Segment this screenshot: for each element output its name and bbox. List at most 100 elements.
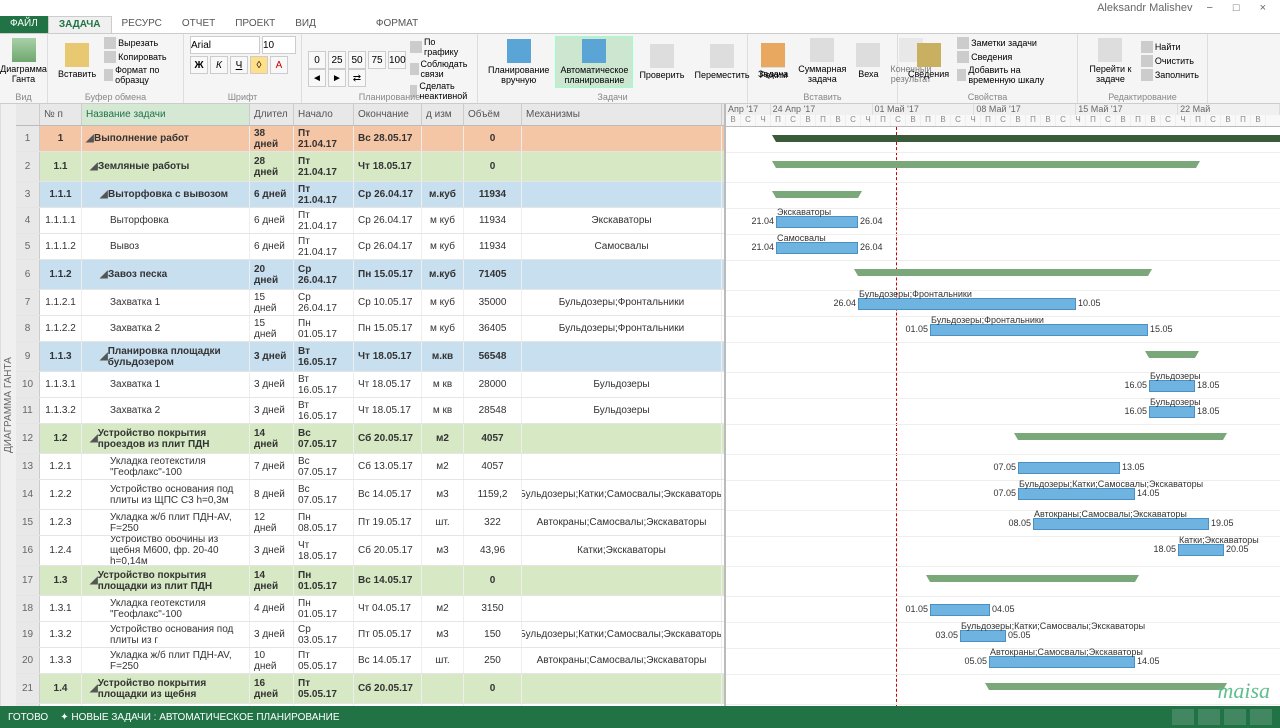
task-bar[interactable]: 07.0513.05 — [1018, 462, 1120, 474]
col-wbs[interactable]: № п — [40, 104, 82, 125]
gantt-chart[interactable]: Апр '1724 Апр '1701 Май '1708 Май '1715 … — [726, 104, 1280, 706]
cell-mechanisms[interactable]: Бульдозеры;Катки;Самосвалы;Экскаваторы — [522, 622, 722, 647]
cell-name[interactable]: Устройство обочины из щебня М600, фр. 20… — [82, 536, 250, 565]
font-color-button[interactable]: A — [270, 56, 288, 74]
cell-volume[interactable]: 0 — [464, 152, 522, 181]
cell-finish[interactable]: Чт 18.05.17 — [354, 152, 422, 181]
cell-wbs[interactable]: 1.2.3 — [40, 510, 82, 535]
row-number[interactable]: 10 — [16, 372, 40, 397]
cell-start[interactable]: Пт 05.05.17 — [294, 674, 354, 703]
cell-mechanisms[interactable] — [522, 674, 722, 703]
cell-duration[interactable]: 6 дней — [250, 234, 294, 259]
paste-button[interactable]: Вставить — [54, 41, 100, 81]
cell-unit[interactable]: м3 — [422, 622, 464, 647]
indent-button[interactable]: ► — [328, 69, 346, 87]
table-row[interactable]: 101.1.3.1Захватка 13 днейВт 16.05.17Чт 1… — [16, 372, 724, 398]
cell-volume[interactable]: 28548 — [464, 398, 522, 423]
info-button[interactable]: Сведения — [904, 41, 953, 81]
cell-finish[interactable]: Чт 18.05.17 — [354, 372, 422, 397]
cell-mechanisms[interactable]: Бульдозеры;Фронтальники — [522, 290, 722, 315]
cell-volume[interactable]: 43,96 — [464, 536, 522, 565]
cell-volume[interactable]: 250 — [464, 648, 522, 673]
view-tasks-button[interactable] — [1224, 709, 1246, 725]
cell-duration[interactable]: 7 дней — [250, 454, 294, 479]
cell-name[interactable]: Вывоз — [82, 234, 250, 259]
cell-mechanisms[interactable] — [522, 424, 722, 453]
cell-name[interactable]: Устройство основания под плиты из г — [82, 622, 250, 647]
cell-name[interactable]: ◢ Устройство покрытия площадки из щебня — [82, 674, 250, 703]
cell-unit[interactable]: м куб — [422, 290, 464, 315]
summary-bar[interactable] — [1018, 433, 1223, 440]
table-row[interactable]: 31.1.1◢ Выторфовка с вывозом6 днейПт 21.… — [16, 182, 724, 208]
task-bar[interactable]: Самосвалы21.0426.04 — [776, 242, 858, 254]
cell-start[interactable]: Вс 07.05.17 — [294, 424, 354, 453]
cell-wbs[interactable]: 1.1.1.2 — [40, 234, 82, 259]
tab-task[interactable]: ЗАДАЧА — [48, 16, 112, 33]
cell-finish[interactable]: Сб 20.05.17 — [354, 424, 422, 453]
copy-button[interactable]: Копировать — [102, 50, 177, 64]
cell-finish[interactable]: Ср 10.05.17 — [354, 290, 422, 315]
task-bar[interactable]: Бульдозеры16.0518.05 — [1149, 406, 1195, 418]
cell-start[interactable]: Пт 05.05.17 — [294, 648, 354, 673]
cell-start[interactable]: Пт 21.04.17 — [294, 208, 354, 233]
pct25-button[interactable]: 25 — [328, 51, 346, 69]
table-row[interactable]: 111.1.3.2Захватка 23 днейВт 16.05.17Чт 1… — [16, 398, 724, 424]
cell-duration[interactable]: 14 дней — [250, 566, 294, 595]
summary-bar[interactable] — [776, 161, 1196, 168]
cell-wbs[interactable]: 1.3.2 — [40, 622, 82, 647]
pct0-button[interactable]: 0 — [308, 51, 326, 69]
cell-finish[interactable]: Ср 26.04.17 — [354, 208, 422, 233]
cell-wbs[interactable]: 1.3.3 — [40, 648, 82, 673]
cell-duration[interactable]: 13 дней — [250, 704, 294, 706]
cell-unit[interactable] — [422, 674, 464, 703]
cell-duration[interactable]: 20 дней — [250, 260, 294, 289]
cell-unit[interactable]: м2 — [422, 704, 464, 706]
cell-start[interactable]: Вт 16.05.17 — [294, 372, 354, 397]
cell-name[interactable]: ◢ Земляные работы — [82, 152, 250, 181]
cell-name[interactable]: ◢ Планировка площадки бульдозером — [82, 342, 250, 371]
table-row[interactable]: 151.2.3Укладка ж/б плит ПДН-AV, F=25012 … — [16, 510, 724, 536]
cell-wbs[interactable]: 1.1.1 — [40, 182, 82, 207]
cell-wbs[interactable]: 1.2.2 — [40, 480, 82, 509]
cell-finish[interactable]: Чт 18.05.17 — [354, 398, 422, 423]
fill-button[interactable]: Заполнить — [1139, 68, 1201, 82]
cell-volume[interactable]: 11934 — [464, 234, 522, 259]
cell-unit[interactable]: м2 — [422, 424, 464, 453]
cell-start[interactable]: Вс 07.05.17 — [294, 454, 354, 479]
table-row[interactable]: 141.2.2Устройство основания под плиты из… — [16, 480, 724, 510]
table-row[interactable]: 211.4◢ Устройство покрытия площадки из щ… — [16, 674, 724, 704]
row-number[interactable]: 21 — [16, 674, 40, 703]
cell-name[interactable]: Укладка геотекстиля "Геофлакс"-100 — [82, 704, 250, 706]
cell-volume[interactable]: 56548 — [464, 342, 522, 371]
table-row[interactable]: 81.1.2.2Захватка 215 днейПн 01.05.17Пн 1… — [16, 316, 724, 342]
cell-start[interactable]: Вт 16.05.17 — [294, 342, 354, 371]
pct50-button[interactable]: 50 — [348, 51, 366, 69]
table-row[interactable]: 181.3.1Укладка геотекстиля "Геофлакс"-10… — [16, 596, 724, 622]
cell-unit[interactable] — [422, 126, 464, 151]
cell-volume[interactable]: 0 — [464, 126, 522, 151]
row-number[interactable]: 13 — [16, 454, 40, 479]
task-bar[interactable]: Бульдозеры16.0518.05 — [1149, 380, 1195, 392]
cell-mechanisms[interactable]: Катки;Экскаваторы — [522, 536, 722, 565]
cell-wbs[interactable]: 1.1.3.2 — [40, 398, 82, 423]
task-bar[interactable]: 01.0504.05 — [930, 604, 990, 616]
cell-finish[interactable]: Сб 20.05.17 — [354, 536, 422, 565]
cell-mechanisms[interactable] — [522, 704, 722, 706]
view-normal-button[interactable] — [1172, 709, 1194, 725]
cell-mechanisms[interactable] — [522, 182, 722, 207]
cell-wbs[interactable]: 1.2.1 — [40, 454, 82, 479]
insert-milestone-button[interactable]: Веха — [852, 41, 884, 81]
table-row[interactable]: 131.2.1Укладка геотекстиля "Геофлакс"-10… — [16, 454, 724, 480]
cell-name[interactable]: Захватка 1 — [82, 290, 250, 315]
cell-duration[interactable]: 38 дней — [250, 126, 294, 151]
cell-wbs[interactable]: 1.2 — [40, 424, 82, 453]
cell-volume[interactable]: 35000 — [464, 290, 522, 315]
cell-duration[interactable]: 16 дней — [250, 674, 294, 703]
cell-unit[interactable]: м.куб — [422, 260, 464, 289]
table-row[interactable]: 71.1.2.1Захватка 115 днейСр 26.04.17Ср 1… — [16, 290, 724, 316]
row-number[interactable]: 4 — [16, 208, 40, 233]
cell-name[interactable]: Захватка 2 — [82, 316, 250, 341]
view-resources-button[interactable] — [1250, 709, 1272, 725]
cell-finish[interactable]: Вс 28.05.17 — [354, 126, 422, 151]
row-number[interactable]: 1 — [16, 126, 40, 151]
